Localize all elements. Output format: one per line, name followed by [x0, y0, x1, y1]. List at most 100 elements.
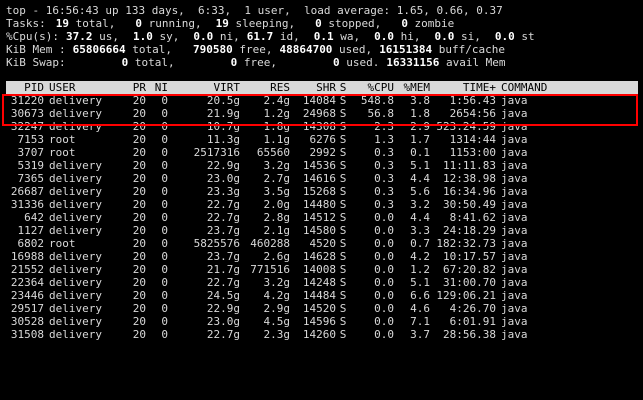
cell-shr: 14480	[302, 198, 336, 211]
process-row[interactable]: 1127 delivery 20 0 23.7g 2.1g 14580 S 0.0 3.3 24:1…	[6, 224, 638, 237]
process-row[interactable]: 26687 delivery 20 0 23.3g 3.5g 15268 S 0.3 5.6 16:…	[6, 185, 638, 198]
cell-virt: 22.7g	[206, 211, 240, 224]
cell-command: java	[501, 328, 528, 341]
cell-state: S	[339, 211, 347, 224]
cell-user: delivery	[49, 315, 102, 328]
cell-pid: 6802	[17, 237, 45, 250]
cell-pr: 20	[132, 120, 146, 133]
process-row[interactable]: 31508 delivery 20 0 22.7g 2.3g 14260 S 0.0 3.7 28:…	[6, 328, 638, 341]
cell-res: 2.4g	[263, 94, 291, 107]
cell-time: 30:50.49	[443, 198, 496, 211]
cell-command: java	[501, 185, 528, 198]
process-row[interactable]: 5319 delivery 20 0 22.9g 3.2g 14536 S 0.3 5.1 11:1…	[6, 159, 638, 172]
cell-state: S	[339, 276, 347, 289]
cpu-line: %Cpu(s): 37.2 us, 1.0 sy, 0.0 ni, 61.7 id, 0.…	[6, 30, 535, 43]
col-pid[interactable]: PID	[6, 81, 44, 94]
cell-command: java	[501, 315, 528, 328]
cell-pid: 31508	[10, 328, 44, 341]
col-state[interactable]: S	[336, 81, 350, 94]
cell-mem: 1.8	[410, 107, 430, 120]
cell-virt: 23.0g	[206, 172, 240, 185]
cell-res: 1.1g	[263, 133, 291, 146]
process-row[interactable]: 22364 delivery 20 0 22.7g 3.2g 14248 S 0.0 5.1 31:…	[6, 276, 638, 289]
cell-user: delivery	[49, 159, 102, 172]
cell-res: 65560	[256, 146, 290, 159]
process-row[interactable]: 29517 delivery 20 0 22.9g 2.9g 14520 S 0.0 4.6 4:2…	[6, 302, 638, 315]
cell-command: java	[501, 120, 528, 133]
process-row[interactable]: 31220 delivery 20 0 20.5g 2.4g 14084 S 548.8 3.8 1…	[6, 94, 638, 107]
cell-user: delivery	[49, 211, 102, 224]
cell-res: 771516	[250, 263, 290, 276]
col-time[interactable]: TIME+	[430, 81, 496, 94]
process-row[interactable]: 642 delivery 20 0 22.7g 2.8g 14512 S 0.0 4.4 8:41.…	[6, 211, 638, 224]
cell-mem: 7.1	[410, 315, 430, 328]
cell-ni: 0	[161, 146, 168, 159]
cell-cpu: 0.0	[374, 315, 394, 328]
cell-user: delivery	[49, 224, 102, 237]
cell-command: java	[501, 237, 528, 250]
cell-user: delivery	[49, 289, 102, 302]
col-pr[interactable]: PR	[116, 81, 146, 94]
cell-res: 460288	[250, 237, 290, 250]
process-row[interactable]: 31336 delivery 20 0 22.7g 2.0g 14480 S 0.3 3.2 30:…	[6, 198, 638, 211]
cell-shr: 14536	[302, 159, 336, 172]
cell-pr: 20	[132, 328, 146, 341]
cell-time: 16:34.96	[443, 185, 496, 198]
cell-virt: 21.9g	[206, 107, 240, 120]
col-command[interactable]: COMMAND	[496, 81, 566, 94]
cell-user: delivery	[49, 107, 102, 120]
cell-ni: 0	[161, 328, 168, 341]
process-row[interactable]: 32247 delivery 20 0 10.7g 1.8g 14308 S 2.3 2.9 523…	[6, 120, 638, 133]
col-mem[interactable]: %MEM	[394, 81, 431, 94]
cell-virt: 24.5g	[206, 289, 240, 302]
col-cpu[interactable]: %CPU	[350, 81, 395, 94]
process-row[interactable]: 30673 delivery 20 0 21.9g 1.2g 24968 S 56.8 1.8 26…	[6, 107, 638, 120]
process-row[interactable]: 23446 delivery 20 0 24.5g 4.2g 14484 S 0.0 6.6 129…	[6, 289, 638, 302]
col-ni[interactable]: NI	[146, 81, 168, 94]
process-row[interactable]: 7153 root 20 0 11.3g 1.1g 6276 S 1.3 1.7 1314:44 ja…	[6, 133, 638, 146]
cell-time: 67:20.82	[443, 263, 496, 276]
cell-cpu: 2.3	[374, 120, 394, 133]
cell-time: 1314:44	[449, 133, 496, 146]
cell-virt: 23.7g	[206, 224, 240, 237]
col-virt[interactable]: VIRT	[168, 81, 241, 94]
terminal-window[interactable]: top - 16:56:43 up 133 days, 6:33, 1 user…	[0, 0, 643, 400]
cell-res: 4.2g	[263, 289, 291, 302]
cell-time: 6:01.91	[449, 315, 496, 328]
cell-ni: 0	[161, 94, 168, 107]
process-row[interactable]: 30528 delivery 20 0 23.0g 4.5g 14596 S 0.0 7.1 6:0…	[6, 315, 638, 328]
cell-res: 2.6g	[263, 250, 291, 263]
cell-res: 2.9g	[263, 302, 291, 315]
process-row[interactable]: 3707 root 20 0 2517316 65560 2992 S 0.3 0.1 1153:0…	[6, 146, 638, 159]
cell-command: java	[501, 133, 528, 146]
cell-pid: 23446	[10, 289, 44, 302]
process-list[interactable]: 31220 delivery 20 0 20.5g 2.4g 14084 S 548.8 3.8 1…	[6, 94, 638, 341]
process-row[interactable]: 7365 delivery 20 0 23.0g 2.7g 14616 S 0.3 4.4 12:3…	[6, 172, 638, 185]
cell-shr: 14260	[302, 328, 336, 341]
cell-pr: 20	[132, 211, 146, 224]
cell-shr: 14628	[302, 250, 336, 263]
cell-ni: 0	[161, 289, 168, 302]
process-table-header[interactable]: PID USER PR NI VIRT RES SHR S %CPU %MEM …	[6, 81, 638, 94]
cell-command: java	[501, 302, 528, 315]
cell-pid: 7153	[17, 133, 45, 146]
cell-user: delivery	[49, 172, 102, 185]
cell-shr: 14616	[302, 172, 336, 185]
cell-virt: 21.7g	[206, 263, 240, 276]
cell-virt: 22.7g	[206, 328, 240, 341]
cell-cpu: 0.3	[374, 146, 394, 159]
col-res[interactable]: RES	[240, 81, 290, 94]
cell-mem: 1.7	[410, 133, 430, 146]
cell-pid: 30673	[10, 107, 44, 120]
process-row[interactable]: 21552 delivery 20 0 21.7g 771516 14008 S 0.0 1.2 6…	[6, 263, 638, 276]
cell-ni: 0	[161, 172, 168, 185]
cell-res: 3.2g	[263, 159, 291, 172]
process-row[interactable]: 16988 delivery 20 0 23.7g 2.6g 14628 S 0.0 4.2 10:…	[6, 250, 638, 263]
cell-pr: 20	[132, 185, 146, 198]
process-row[interactable]: 6802 root 20 0 5825576 460288 4520 S 0.0 0.7 182:3…	[6, 237, 638, 250]
col-shr[interactable]: SHR	[290, 81, 336, 94]
cell-shr: 4520	[309, 237, 337, 250]
col-user[interactable]: USER	[44, 81, 116, 94]
cell-res: 2.8g	[263, 211, 291, 224]
cell-time: 31:00.70	[443, 276, 496, 289]
